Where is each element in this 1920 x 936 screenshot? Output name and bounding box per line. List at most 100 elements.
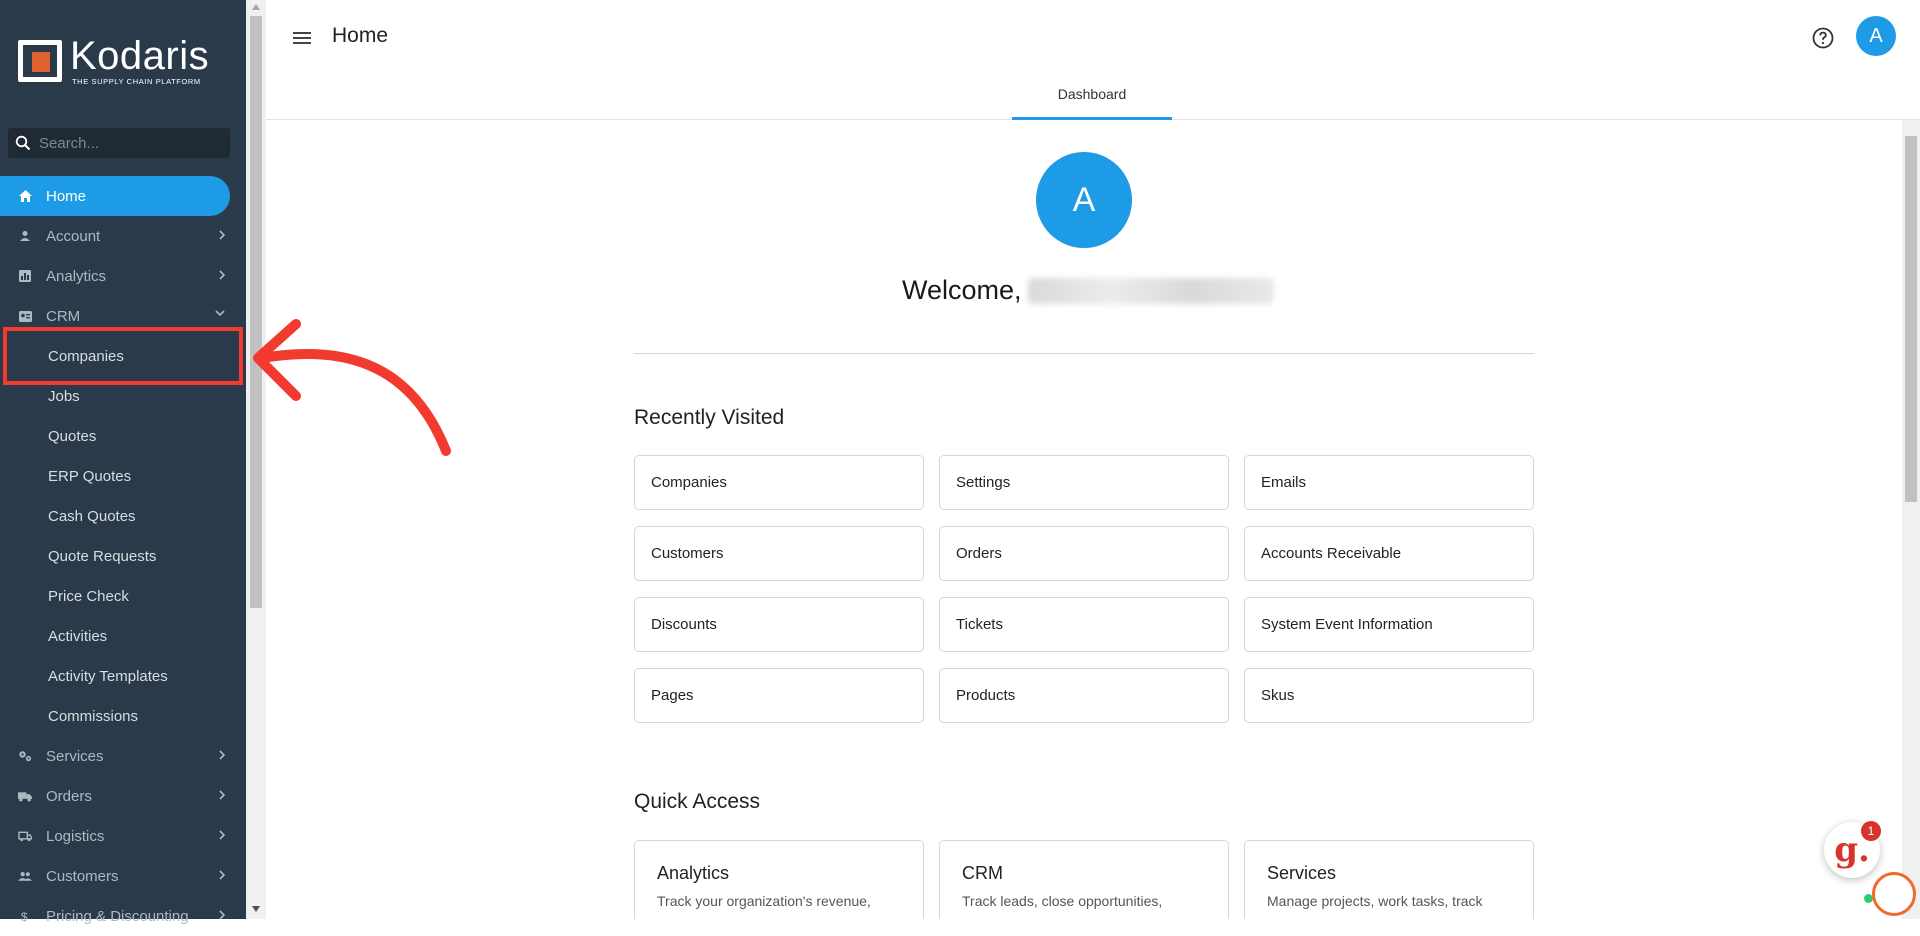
sidebar-item-label: Account — [46, 227, 101, 245]
sidebar-item-label: Services — [46, 747, 104, 765]
sidebar-subitem-jobs[interactable]: Jobs — [0, 376, 246, 416]
welcome-message: Welcome, — [902, 275, 1274, 306]
quick-access-card-crm[interactable]: CRM Track leads, close opportunities, — [939, 840, 1229, 919]
contact-card-icon — [18, 309, 32, 323]
search-box — [8, 128, 230, 158]
search-input[interactable] — [39, 134, 209, 152]
sidebar-item-crm[interactable]: CRM — [0, 296, 246, 336]
sidebar-item-pricing[interactable]: $ Pricing & Discounting — [0, 896, 246, 936]
quick-access-card-title: CRM — [962, 863, 1003, 883]
sidebar-nav: Home Account Analytics CRM Companies Job… — [0, 176, 246, 936]
logistics-icon — [18, 829, 32, 843]
chevron-right-icon — [219, 230, 226, 240]
quick-access-card-desc: Track leads, close opportunities, — [962, 893, 1163, 909]
sidebar-subitem-commissions[interactable]: Commissions — [0, 696, 246, 736]
scrollbar-thumb[interactable] — [1905, 136, 1917, 502]
quick-access-card-services[interactable]: Services Manage projects, work tasks, tr… — [1244, 840, 1534, 919]
search-icon — [15, 135, 31, 151]
sidebar-subitem-cash-quotes[interactable]: Cash Quotes — [0, 496, 246, 536]
recent-card[interactable]: Products — [939, 668, 1229, 723]
sidebar: Kodaris THE SUPPLY CHAIN PLATFORM Home A… — [0, 0, 246, 925]
chevron-right-icon — [219, 790, 226, 800]
recent-card[interactable]: Tickets — [939, 597, 1229, 652]
scrollbar-thumb[interactable] — [250, 16, 262, 608]
user-avatar[interactable]: A — [1856, 16, 1896, 56]
notification-badge: 1 — [1861, 821, 1881, 841]
divider — [634, 353, 1534, 354]
recently-visited-title: Recently Visited — [634, 406, 785, 429]
people-icon — [18, 869, 32, 883]
recent-card[interactable]: Companies — [634, 455, 924, 510]
recent-card[interactable]: Skus — [1244, 668, 1534, 723]
blurred-user-email — [1027, 277, 1274, 304]
quick-access-card-analytics[interactable]: Analytics Track your organization's reve… — [634, 840, 924, 919]
sidebar-item-services[interactable]: Services — [0, 736, 246, 776]
quick-access-card-title: Services — [1267, 863, 1337, 883]
chevron-right-icon — [219, 270, 226, 280]
quick-access-card-desc: Track your organization's revenue, — [657, 893, 871, 909]
logo-mark-icon — [18, 40, 62, 82]
logo-name: Kodaris — [70, 34, 210, 78]
hamburger-menu-icon[interactable] — [290, 28, 314, 48]
home-icon — [18, 189, 32, 203]
sidebar-item-label: Pricing & Discounting — [46, 907, 189, 925]
sidebar-item-home[interactable]: Home — [0, 176, 230, 216]
sidebar-item-account[interactable]: Account — [0, 216, 246, 256]
sidebar-item-label: Analytics — [46, 267, 107, 285]
quick-access-grid: Analytics Track your organization's reve… — [634, 840, 1534, 919]
sidebar-item-label: Orders — [46, 787, 92, 805]
kodaris-logo[interactable]: Kodaris THE SUPPLY CHAIN PLATFORM — [18, 36, 209, 86]
dollar-icon: $ — [18, 909, 32, 923]
sidebar-item-orders[interactable]: Orders — [0, 776, 246, 816]
top-header: Home A Dashboard — [266, 0, 1920, 120]
chevron-right-icon — [219, 750, 226, 760]
profile-avatar: A — [1036, 152, 1132, 248]
recent-card[interactable]: Accounts Receivable — [1244, 526, 1534, 581]
recent-card[interactable]: Orders — [939, 526, 1229, 581]
recent-card[interactable]: System Event Information — [1244, 597, 1534, 652]
sidebar-subitem-quote-requests[interactable]: Quote Requests — [0, 536, 246, 576]
support-chat-icon[interactable] — [1872, 872, 1916, 916]
logo-tagline: THE SUPPLY CHAIN PLATFORM — [72, 77, 201, 86]
chevron-down-icon — [215, 310, 225, 317]
quick-access-card-desc: Manage projects, work tasks, track — [1267, 893, 1483, 909]
welcome-text: Welcome, — [902, 275, 1022, 305]
sidebar-subitem-erp-quotes[interactable]: ERP Quotes — [0, 456, 246, 496]
chevron-right-icon — [219, 910, 226, 920]
sidebar-item-customers[interactable]: Customers — [0, 856, 246, 896]
sidebar-item-analytics[interactable]: Analytics — [0, 256, 246, 296]
tab-dashboard[interactable]: Dashboard — [1012, 76, 1172, 120]
page-title: Home — [332, 24, 389, 47]
chevron-right-icon — [219, 830, 226, 840]
scroll-down-arrow-icon[interactable] — [252, 906, 260, 912]
gears-icon — [18, 749, 32, 763]
sidebar-subitem-activity-templates[interactable]: Activity Templates — [0, 656, 246, 696]
truck-icon — [18, 789, 32, 803]
sidebar-subitem-activities[interactable]: Activities — [0, 616, 246, 656]
quick-access-card-title: Analytics — [657, 863, 730, 883]
sidebar-item-label: Logistics — [46, 827, 105, 845]
main-scrollbar[interactable] — [1902, 120, 1920, 919]
chevron-right-icon — [219, 870, 226, 880]
recent-card[interactable]: Customers — [634, 526, 924, 581]
help-icon[interactable] — [1811, 26, 1835, 50]
sidebar-item-label: Customers — [46, 867, 119, 885]
online-status-dot — [1864, 894, 1873, 903]
sidebar-item-logistics[interactable]: Logistics — [0, 816, 246, 856]
sidebar-item-label: Home — [46, 187, 87, 205]
quick-access-title: Quick Access — [634, 790, 761, 813]
sidebar-subitem-quotes[interactable]: Quotes — [0, 416, 246, 456]
recent-card[interactable]: Settings — [939, 455, 1229, 510]
recent-card[interactable]: Emails — [1244, 455, 1534, 510]
recently-visited-grid: Companies Settings Emails Customers Orde… — [634, 455, 1534, 723]
sidebar-item-label: CRM — [46, 307, 81, 325]
analytics-icon — [18, 269, 32, 283]
recent-card[interactable]: Pages — [634, 668, 924, 723]
sidebar-subitem-price-check[interactable]: Price Check — [0, 576, 246, 616]
dashboard-content: A Welcome, Recently Visited Companies Se… — [266, 121, 1902, 919]
person-icon — [18, 229, 32, 243]
scroll-up-arrow-icon[interactable] — [252, 4, 260, 10]
sidebar-scrollbar[interactable] — [246, 0, 266, 919]
svg-text:$: $ — [21, 910, 28, 923]
recent-card[interactable]: Discounts — [634, 597, 924, 652]
